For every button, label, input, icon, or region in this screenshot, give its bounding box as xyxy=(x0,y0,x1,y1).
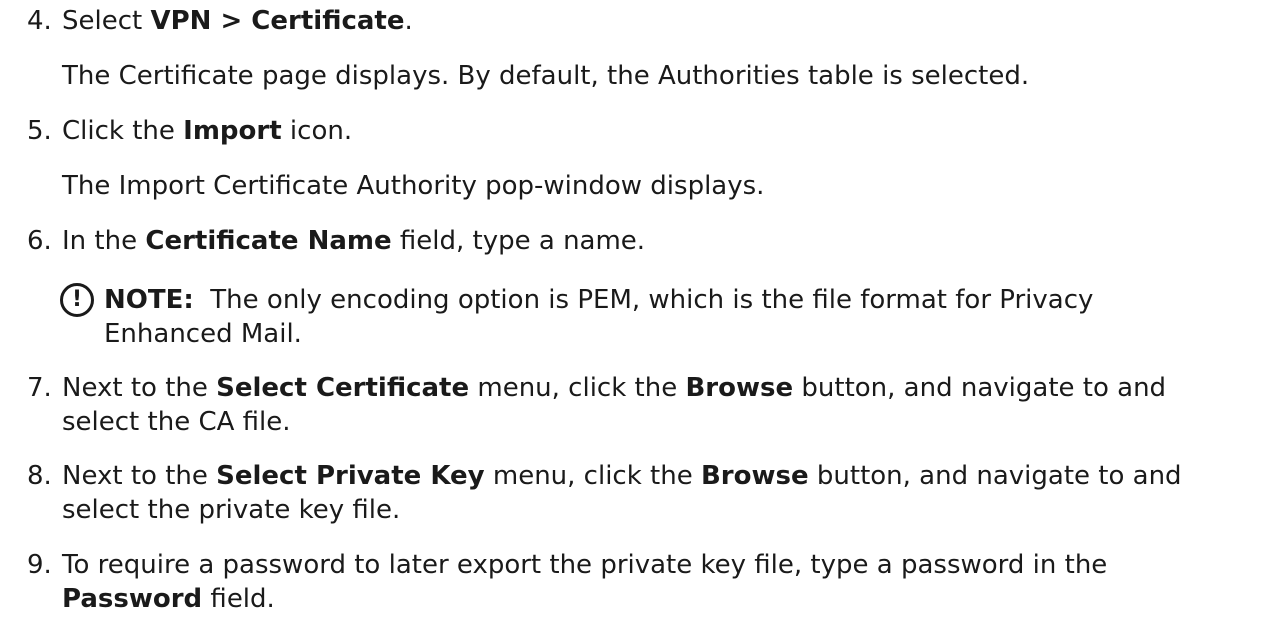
step-instruction-continued: select the CA file. xyxy=(62,407,291,437)
step-instruction-continued: select the private key file. xyxy=(62,495,401,525)
document-page: 4. Select VPN > Certificate. The Certifi… xyxy=(0,0,1270,628)
step-number: 7. xyxy=(27,373,52,403)
instruction-text: . xyxy=(404,6,413,36)
note-line-continued: Enhanced Mail. xyxy=(104,319,302,349)
step-number: 5. xyxy=(27,116,52,146)
step-instruction: To require a password to later export th… xyxy=(62,550,1108,580)
note-icon: ! xyxy=(60,283,94,317)
instruction-text: field, type a name. xyxy=(391,226,646,256)
step-number: 4. xyxy=(27,6,52,36)
ui-term-certificate-name: Certificate Name xyxy=(145,226,392,256)
step-instruction: Click the Import icon. xyxy=(62,114,1240,148)
instruction-text: menu, click the xyxy=(469,373,686,403)
instruction-text: Click the xyxy=(62,116,184,146)
ui-term-select-private-key: Select Private Key xyxy=(216,461,485,491)
ui-term-password: Password xyxy=(62,584,203,614)
instruction-text: Next to the xyxy=(62,373,217,403)
instruction-text: button, and navigate to and xyxy=(808,461,1182,491)
instruction-text: button, and navigate to and xyxy=(793,373,1167,403)
instruction-text: menu, click the xyxy=(484,461,701,491)
note-text: The only encoding option is PEM, which i… xyxy=(193,285,1094,315)
ui-term-browse: Browse xyxy=(700,461,809,491)
step-result: The Import Certificate Authority pop-win… xyxy=(62,171,765,201)
step-instruction: Next to the Select Private Key menu, cli… xyxy=(62,459,1240,493)
step-instruction: Select VPN > Certificate. xyxy=(62,4,1240,38)
step-instruction-continued: Password field. xyxy=(62,582,1240,616)
step-result: The Certificate page displays. By defaul… xyxy=(62,61,1030,91)
ui-path-vpn-certificate: VPN > Certificate xyxy=(150,6,405,36)
step-number: 8. xyxy=(27,461,52,491)
step-number: 6. xyxy=(27,226,52,256)
note-label: NOTE: xyxy=(104,285,194,315)
ui-term-browse: Browse xyxy=(685,373,794,403)
instruction-text: Select xyxy=(62,6,151,36)
step-instruction: In the Certificate Name field, type a na… xyxy=(62,224,1240,258)
instruction-text: icon. xyxy=(281,116,353,146)
ui-term-import: Import xyxy=(183,116,282,146)
step-number: 9. xyxy=(27,550,52,580)
instruction-text: field. xyxy=(202,584,275,614)
ui-term-select-certificate: Select Certificate xyxy=(216,373,470,403)
instruction-text: Next to the xyxy=(62,461,217,491)
instruction-text: In the xyxy=(62,226,146,256)
step-instruction: Next to the Select Certificate menu, cli… xyxy=(62,371,1240,405)
note-line: NOTE: The only encoding option is PEM, w… xyxy=(104,283,1093,317)
